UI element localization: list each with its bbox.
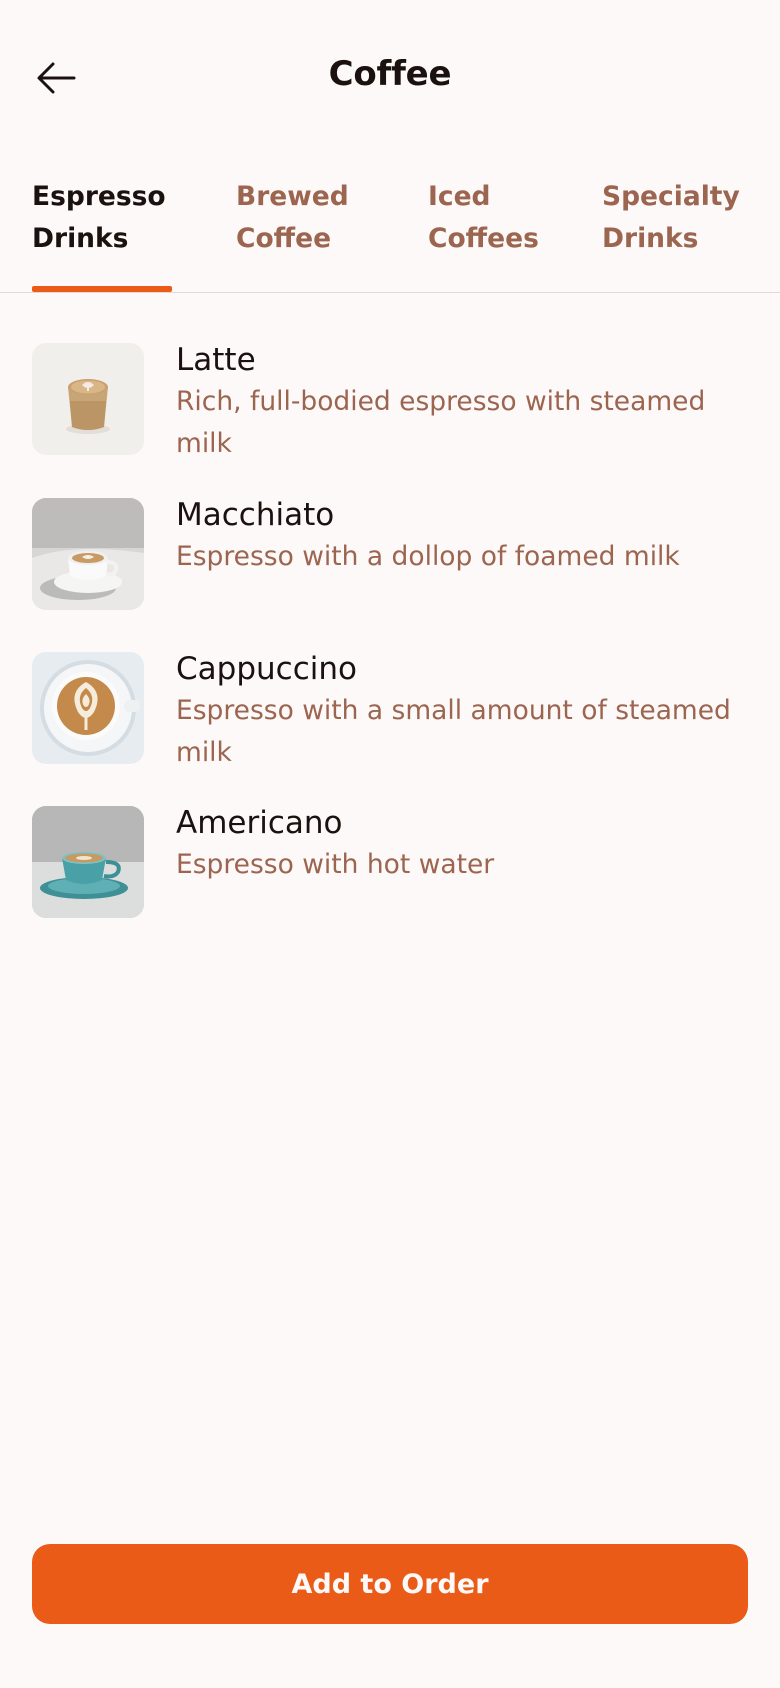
tab-espresso-drinks[interactable]: Espresso Drinks bbox=[32, 176, 166, 260]
tab-label-line1: Iced bbox=[428, 181, 491, 212]
item-name: Macchiato bbox=[176, 497, 335, 533]
macchiato-image bbox=[32, 498, 144, 610]
tab-label-line2: Drinks bbox=[32, 223, 129, 254]
tab-specialty-drinks[interactable]: Specialty Drinks bbox=[602, 176, 740, 260]
latte-image bbox=[32, 343, 144, 455]
item-name: Latte bbox=[176, 342, 256, 378]
list-item[interactable]: Macchiato Espresso with a dollop of foam… bbox=[0, 497, 780, 610]
item-name: Americano bbox=[176, 805, 343, 841]
add-to-order-button[interactable]: Add to Order bbox=[32, 1544, 748, 1624]
category-tabs: Espresso Drinks Brewed Coffee Iced Coffe… bbox=[0, 172, 780, 293]
tab-brewed-coffee[interactable]: Brewed Coffee bbox=[236, 176, 349, 260]
item-description: Rich, full-bodied espresso with steamed … bbox=[176, 386, 706, 459]
list-item[interactable]: Cappuccino Espresso with a small amount … bbox=[0, 651, 780, 772]
tab-label-line2: Coffees bbox=[428, 223, 539, 254]
list-item[interactable]: Americano Espresso with hot water bbox=[0, 805, 780, 918]
tab-label-line1: Specialty bbox=[602, 181, 740, 212]
item-description: Espresso with a dollop of foamed milk bbox=[176, 541, 680, 572]
tab-label-line2: Coffee bbox=[236, 223, 332, 254]
tab-label-line2: Drinks bbox=[602, 223, 699, 254]
item-description: Espresso with a small amount of steamed … bbox=[176, 695, 731, 768]
americano-image bbox=[32, 806, 144, 918]
list-item[interactable]: Latte Rich, full-bodied espresso with st… bbox=[0, 342, 780, 463]
tab-label-line1: Brewed bbox=[236, 181, 349, 212]
tab-iced-coffees[interactable]: Iced Coffees bbox=[428, 176, 539, 260]
page-title: Coffee bbox=[328, 54, 452, 94]
active-tab-indicator bbox=[32, 286, 172, 292]
tab-label-line1: Espresso bbox=[32, 181, 166, 212]
item-description: Espresso with hot water bbox=[176, 849, 495, 880]
item-name: Cappuccino bbox=[176, 651, 357, 687]
cappuccino-image bbox=[32, 652, 144, 764]
top-app-bar: Coffee bbox=[0, 0, 780, 140]
